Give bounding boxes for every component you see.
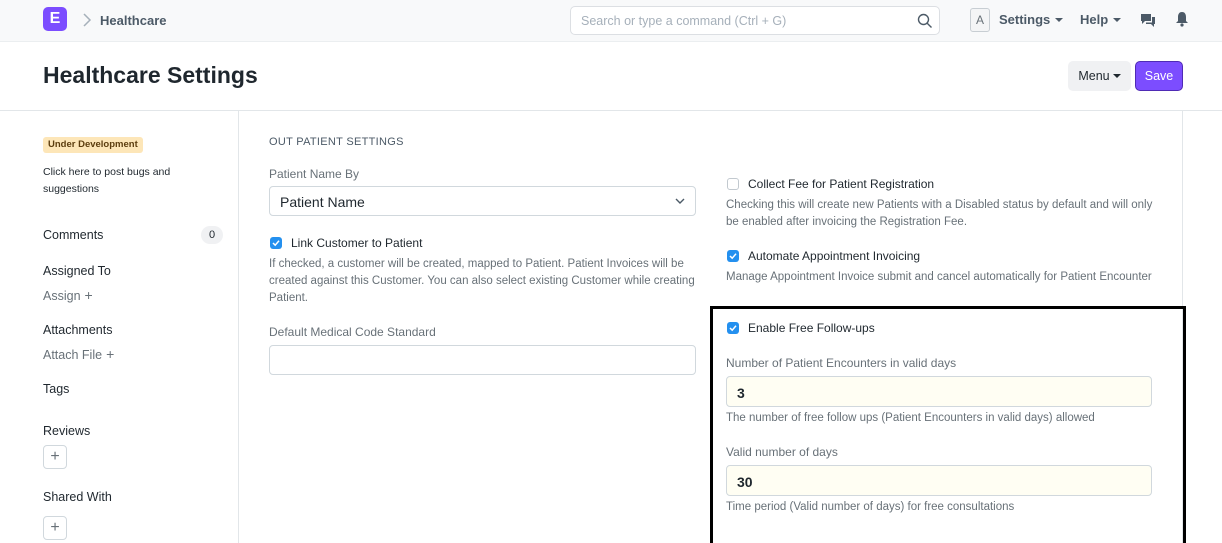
- section-title: OUT PATIENT SETTINGS: [269, 136, 404, 148]
- caret-down-icon: [1055, 18, 1064, 22]
- caret-down-icon: [1112, 74, 1121, 78]
- patient-name-by-select[interactable]: Patient Name: [269, 186, 696, 216]
- notification-bell-icon[interactable]: [1175, 11, 1189, 27]
- header-divider: [0, 110, 1222, 111]
- assign-label: Assign: [43, 289, 81, 303]
- checkmark-icon: [272, 240, 280, 247]
- collect-fee-label: Collect Fee for Patient Registration: [748, 177, 935, 191]
- help-label: Help: [1080, 12, 1109, 27]
- medical-code-standard-label: Default Medical Code Standard: [269, 325, 436, 339]
- search-icon[interactable]: [917, 13, 933, 29]
- checkmark-icon: [729, 253, 737, 260]
- patient-name-by-value: Patient Name: [280, 194, 365, 210]
- attachments-label: Attachments: [43, 323, 113, 337]
- automate-invoicing-description: Manage Appointment Invoice submit and ca…: [726, 271, 1152, 283]
- comments-label: Comments: [43, 228, 104, 242]
- highlight-box: [710, 306, 1186, 543]
- menu-button[interactable]: Menu: [1068, 61, 1131, 91]
- link-customer-description: If checked, a customer will be created, …: [269, 258, 695, 304]
- plus-icon: +: [50, 519, 60, 536]
- settings-dropdown[interactable]: Settings: [999, 12, 1064, 27]
- search-bar[interactable]: [570, 6, 940, 35]
- collect-fee-checkbox[interactable]: [727, 178, 739, 190]
- assigned-to-label: Assigned To: [43, 264, 111, 278]
- sidebar-divider: [238, 111, 239, 543]
- automate-invoicing-checkbox[interactable]: [727, 250, 739, 262]
- help-dropdown[interactable]: Help: [1080, 12, 1122, 27]
- attach-file-button[interactable]: Attach File +: [43, 346, 114, 362]
- under-development-badge: Under Development: [43, 137, 143, 153]
- plus-icon: +: [106, 346, 115, 362]
- comments-count-badge: 0: [201, 226, 223, 244]
- link-customer-label: Link Customer to Patient: [291, 236, 423, 250]
- caret-down-icon: [1113, 18, 1122, 22]
- reviews-label: Reviews: [43, 424, 91, 438]
- user-avatar[interactable]: A: [970, 8, 990, 32]
- save-button[interactable]: Save: [1135, 61, 1183, 91]
- app-logo[interactable]: E: [43, 7, 67, 31]
- patient-name-by-label: Patient Name By: [269, 167, 360, 181]
- navbar: E Healthcare A Settings Help: [0, 0, 1222, 42]
- chat-icon[interactable]: [1140, 12, 1156, 28]
- add-review-button[interactable]: +: [43, 445, 67, 469]
- chevron-down-icon: [675, 198, 685, 204]
- tags-label: Tags: [43, 382, 70, 396]
- attach-file-label: Attach File: [43, 348, 103, 362]
- shared-with-label: Shared With: [43, 490, 112, 504]
- breadcrumb-chevron-icon: [83, 13, 92, 27]
- add-share-button[interactable]: +: [43, 516, 67, 540]
- post-bugs-link[interactable]: Click here to post bugs and suggestions: [43, 164, 193, 198]
- collect-fee-description: Checking this will create new Patients w…: [726, 199, 1153, 228]
- menu-button-label: Menu: [1078, 69, 1110, 83]
- search-input[interactable]: [581, 12, 911, 30]
- settings-label: Settings: [999, 12, 1051, 27]
- breadcrumb-healthcare[interactable]: Healthcare: [100, 13, 166, 28]
- plus-icon: +: [84, 287, 93, 303]
- medical-code-standard-input[interactable]: [269, 345, 696, 375]
- page-title: Healthcare Settings: [43, 62, 258, 88]
- automate-invoicing-label: Automate Appointment Invoicing: [748, 249, 921, 263]
- link-customer-checkbox[interactable]: [270, 237, 282, 249]
- assign-button[interactable]: Assign +: [43, 287, 93, 303]
- plus-icon: +: [50, 448, 60, 465]
